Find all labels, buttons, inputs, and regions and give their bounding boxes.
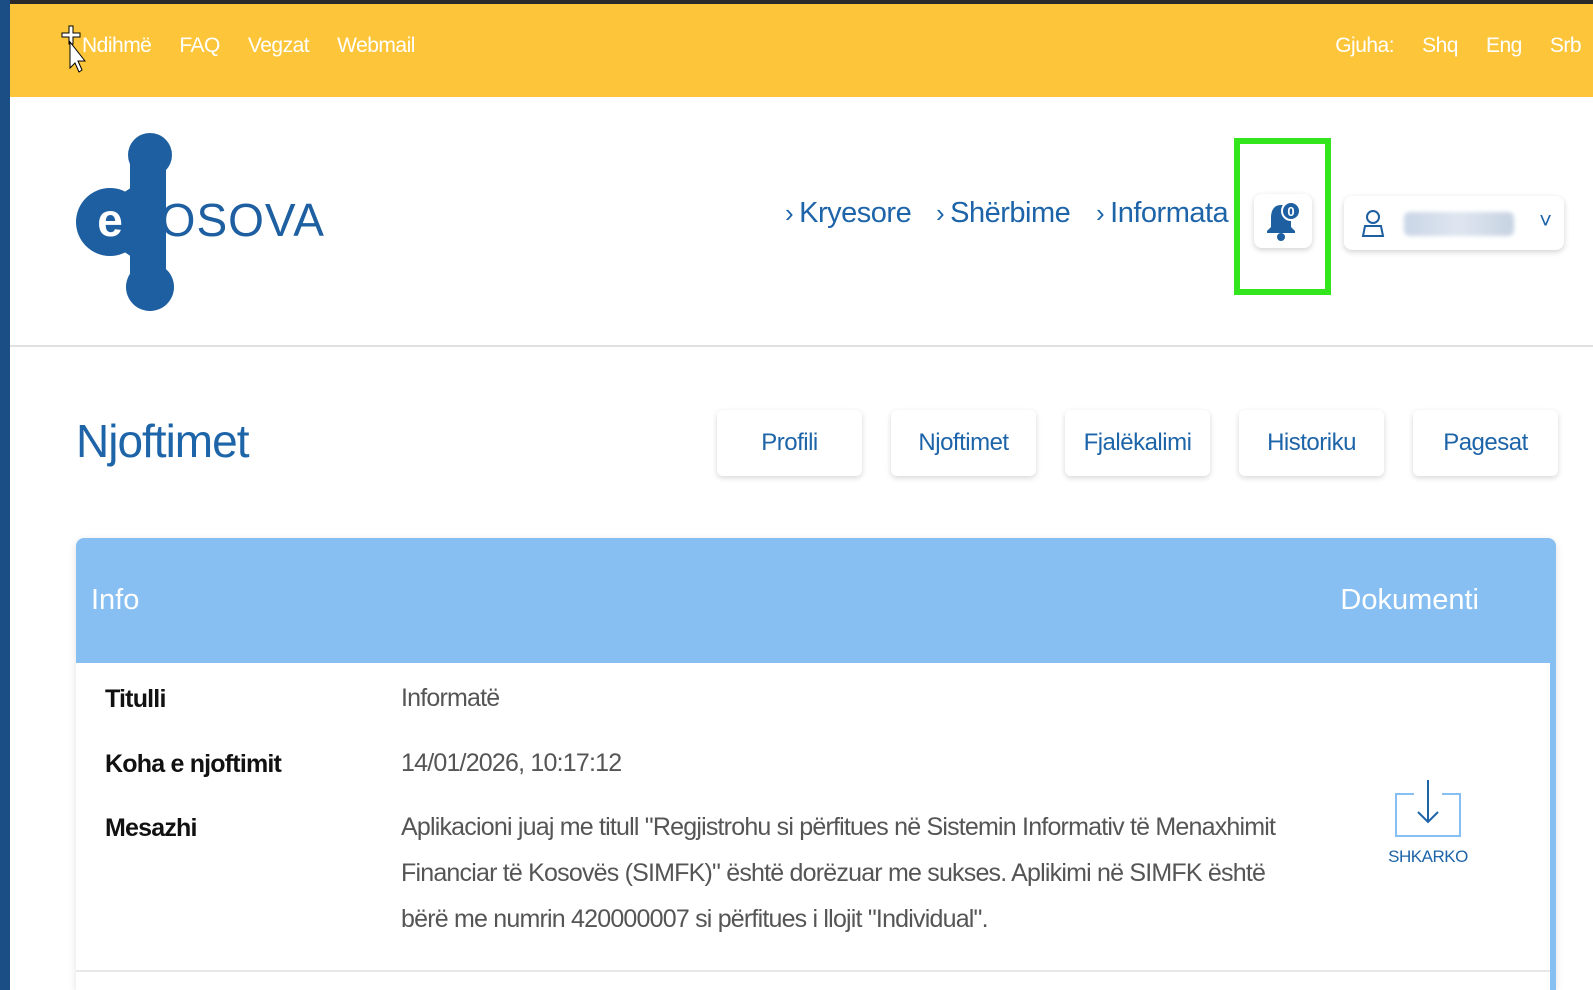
header-info: Info [91, 584, 140, 616]
tab-njoftimet[interactable]: Njoftimet [891, 410, 1036, 476]
download-button[interactable]: SHKARKO [1388, 778, 1468, 867]
chevron-right-icon: › [785, 198, 794, 228]
link-vegzat[interactable]: Vegzat [248, 34, 310, 58]
user-icon [1361, 210, 1385, 237]
nav-item-sherbime[interactable]: › Shërbime [936, 197, 1071, 230]
language-shq[interactable]: Shq [1422, 34, 1458, 58]
browser-page: Ndihmë FAQ Vegzat Webmail Gjuha: Shq Eng… [10, 0, 1593, 990]
row-label-time: Koha e njoftimit [105, 750, 282, 778]
notifications-table: Info Dokumenti Titulli Informatë Koha e … [76, 538, 1556, 990]
link-webmail[interactable]: Webmail [337, 34, 415, 58]
download-icon [1395, 780, 1461, 837]
bell-icon: 0 [1267, 201, 1301, 241]
nav-label: Informata [1110, 197, 1229, 229]
link-help[interactable]: Ndihmë [82, 34, 152, 58]
notification-count: 0 [1287, 204, 1294, 219]
top-bar: Ndihmë FAQ Vegzat Webmail Gjuha: Shq Eng… [10, 0, 1593, 97]
nav-label: Kryesore [799, 197, 912, 229]
nav-label: Shërbime [950, 197, 1071, 229]
language-label: Gjuha: [1335, 34, 1395, 57]
page-title: Njoftimet [76, 415, 249, 467]
chevron-down-icon: ˅ [1539, 208, 1552, 233]
row-value-time: 14/01/2026, 10:17:12 [401, 749, 622, 777]
account-tabs: Profili Njoftimet Fjalëkalimi Historiku … [717, 410, 1558, 476]
language-srb[interactable]: Srb [1550, 34, 1582, 58]
tab-profili[interactable]: Profili [717, 410, 862, 476]
user-menu-button[interactable]: ˅ [1344, 196, 1564, 250]
nav-item-kryesore[interactable]: › Kryesore [785, 197, 912, 230]
row-value-message: Aplikacioni juaj me titull "Regjistrohu … [401, 813, 1276, 933]
site-header: e KOSOVA › Kryesore › Shërbime › Informa… [10, 97, 1593, 347]
nav-item-informata[interactable]: › Informata [1096, 197, 1229, 230]
svg-text:e: e [97, 194, 123, 246]
tab-fjalekalimi[interactable]: Fjalëkalimi [1065, 410, 1210, 476]
link-faq[interactable]: FAQ [179, 34, 220, 58]
download-label: SHKARKO [1388, 847, 1468, 866]
row-label-message: Mesazhi [105, 814, 197, 842]
chevron-right-icon: › [936, 198, 945, 228]
tab-pagesat[interactable]: Pagesat [1413, 410, 1558, 476]
notifications-button[interactable]: 0 [1254, 194, 1312, 248]
chevron-right-icon: › [1096, 198, 1105, 228]
table-header: Info Dokumenti [76, 538, 1556, 663]
blurred-username [1404, 212, 1514, 236]
move-cursor-icon [61, 25, 86, 73]
header-document: Dokumenti [1340, 584, 1479, 616]
language-switcher: Gjuha: Shq Eng Srb [1335, 34, 1581, 58]
row-divider [76, 970, 1550, 972]
logo-text: KOSOVA [128, 194, 325, 246]
highlight-box: 0 [1234, 138, 1331, 295]
row-label-title: Titulli [105, 685, 166, 713]
tab-historiku[interactable]: Historiku [1239, 410, 1384, 476]
language-eng[interactable]: Eng [1486, 34, 1522, 58]
table-row: Titulli Informatë Koha e njoftimit 14/01… [76, 663, 1556, 990]
row-value-title: Informatë [401, 684, 500, 712]
top-links: Ndihmë FAQ Vegzat Webmail [82, 34, 415, 58]
